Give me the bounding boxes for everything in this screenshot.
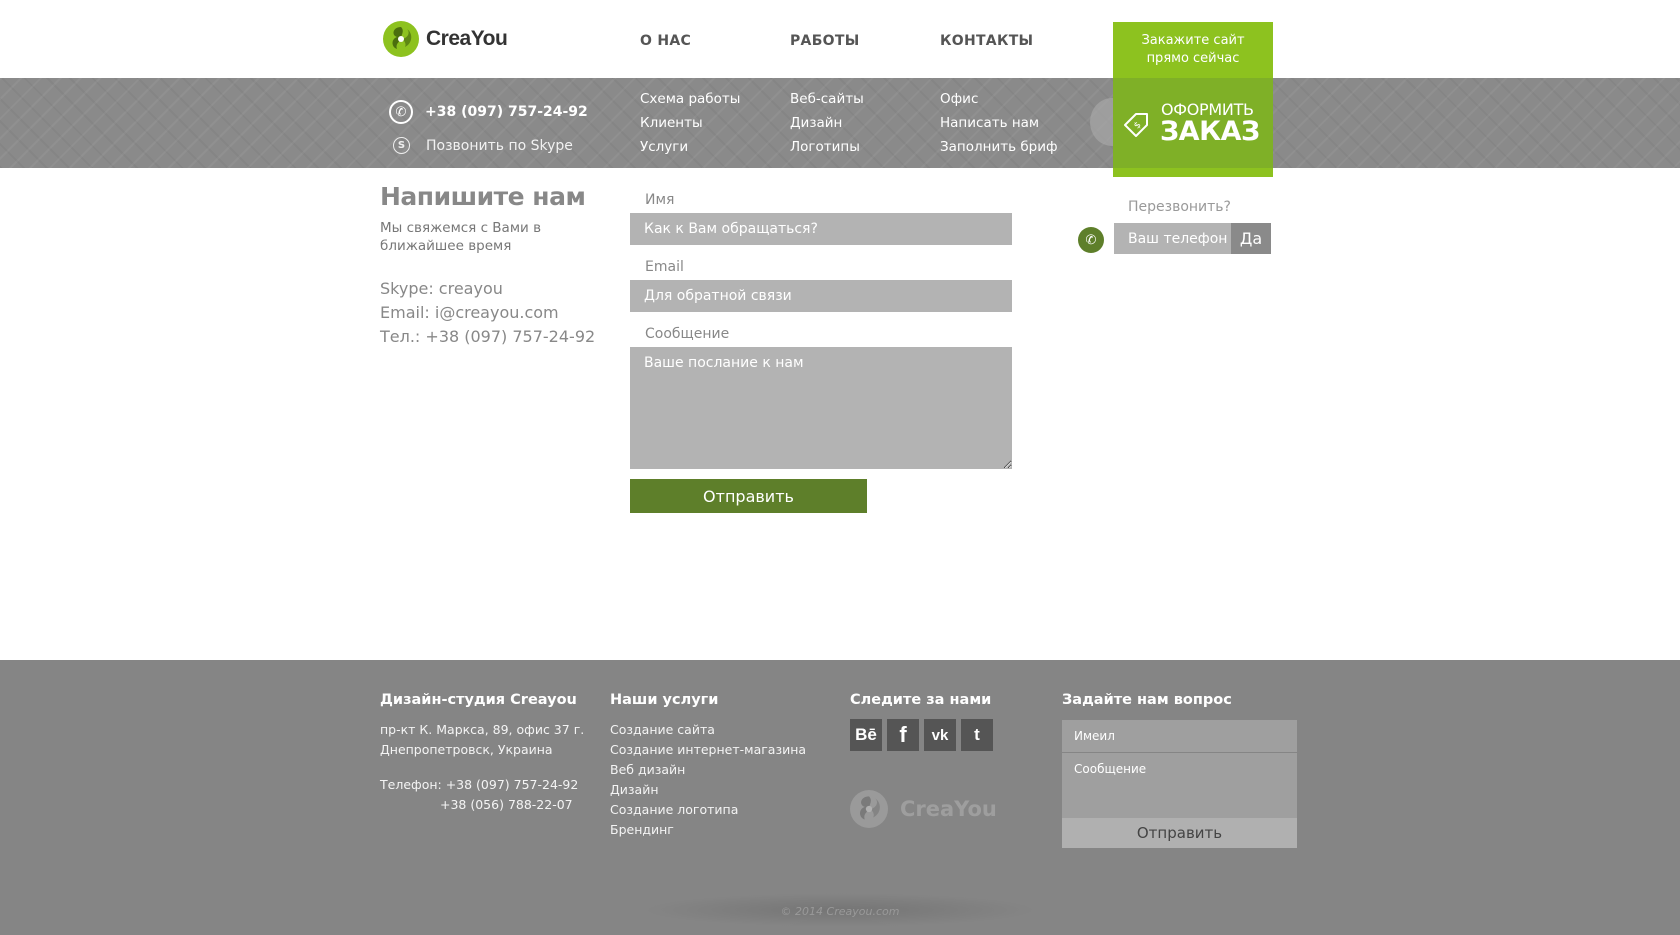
footer-service-link[interactable]: Создание логотипа: [610, 802, 738, 817]
facebook-icon[interactable]: f: [887, 719, 919, 751]
vk-icon[interactable]: vk: [924, 719, 956, 751]
nav-about[interactable]: О НАС: [640, 33, 691, 49]
footer-phone2: +38 (056) 788-22-07: [440, 797, 573, 812]
header-top: CreaYou О НАС РАБОТЫ КОНТАКТЫ: [0, 0, 1680, 78]
skype-icon: S: [393, 137, 410, 154]
footer-follow-title: Следите за нами: [850, 692, 992, 708]
price-tag-icon: $: [1124, 113, 1148, 137]
name-input[interactable]: [630, 213, 1012, 245]
contact-title: Напишите нам: [380, 182, 586, 211]
header-skype[interactable]: S Позвонить по Skype: [393, 137, 573, 154]
contact-email[interactable]: Email: i@creayou.com: [380, 303, 559, 322]
footer-logo-swirl-icon: [850, 790, 888, 828]
footer-question-title: Задайте нам вопрос: [1062, 692, 1232, 708]
order-cta-top-line2: прямо сейчас: [1146, 51, 1240, 66]
order-cta-top: Закажите сайт прямо сейчас: [1113, 22, 1273, 78]
header-skype-label: Позвонить по Skype: [426, 137, 573, 154]
page: CreaYou О НАС РАБОТЫ КОНТАКТЫ ✆ +38 (097…: [0, 0, 1680, 935]
phone-icon: ✆: [389, 100, 413, 124]
contact-skype: Skype: creayou: [380, 279, 503, 298]
footer-phone1: Телефон: +38 (097) 757-24-92: [380, 777, 579, 792]
submit-button[interactable]: Отправить: [630, 479, 867, 513]
order-cta[interactable]: Закажите сайт прямо сейчас $ ОФОРМИТЬ ЗА…: [1113, 22, 1273, 177]
footer-service-link[interactable]: Брендинг: [610, 822, 674, 837]
footer-service-link[interactable]: Веб дизайн: [610, 762, 685, 777]
footer-message-textarea[interactable]: [1062, 753, 1297, 818]
message-label: Сообщение: [645, 326, 730, 342]
subnav-design[interactable]: Дизайн: [790, 115, 842, 131]
behance-icon[interactable]: Bē: [850, 719, 882, 751]
callback-phone-input[interactable]: [1114, 223, 1231, 254]
subnav-brief[interactable]: Заполнить бриф: [940, 139, 1058, 155]
email-label: Email: [645, 259, 684, 275]
footer-studio-title: Дизайн-студия Creayou: [380, 692, 577, 708]
copyright: © 2014 Creayou.com: [780, 905, 900, 918]
subnav-clients[interactable]: Клиенты: [640, 115, 703, 131]
name-label: Имя: [645, 192, 675, 208]
subnav-logos[interactable]: Логотипы: [790, 139, 860, 155]
subnav-office[interactable]: Офис: [940, 91, 978, 107]
contact-subtitle: Мы свяжемся с Вами в ближайшее время: [380, 220, 542, 254]
header-phone-number: +38 (097) 757-24-92: [425, 104, 588, 120]
order-cta-line2: ЗАКАЗ: [1160, 116, 1260, 147]
order-cta-button[interactable]: $ ОФОРМИТЬ ЗАКАЗ: [1113, 78, 1273, 168]
message-textarea[interactable]: [630, 347, 1012, 469]
subnav-scheme[interactable]: Схема работы: [640, 91, 740, 107]
footer-logo[interactable]: CreaYou: [850, 790, 997, 828]
callback-yes-button[interactable]: Да: [1231, 223, 1271, 254]
footer-email-input[interactable]: [1062, 720, 1297, 752]
footer-service-link[interactable]: Создание интернет-магазина: [610, 742, 806, 757]
nav-works[interactable]: РАБОТЫ: [790, 33, 860, 49]
logo-swirl-icon: [383, 21, 419, 57]
callback-label: Перезвонить?: [1128, 199, 1231, 215]
subnav-services[interactable]: Услуги: [640, 139, 688, 155]
header-phone[interactable]: ✆ +38 (097) 757-24-92: [389, 100, 588, 124]
footer-address-line2: Днепропетровск, Украина: [380, 742, 553, 757]
twitter-icon[interactable]: t: [961, 719, 993, 751]
subnav-write-us[interactable]: Написать нам: [940, 115, 1039, 131]
footer-services-title: Наши услуги: [610, 692, 719, 708]
footer-service-link[interactable]: Дизайн: [610, 782, 659, 797]
contact-phone: Тел.: +38 (097) 757-24-92: [380, 327, 596, 346]
logo-text: CreaYou: [426, 27, 508, 50]
email-input[interactable]: [630, 280, 1012, 312]
footer-service-link[interactable]: Создание сайта: [610, 722, 715, 737]
order-cta-top-line1: Закажите сайт: [1141, 33, 1245, 48]
subnav-websites[interactable]: Веб-сайты: [790, 91, 864, 107]
footer-submit-button[interactable]: Отправить: [1062, 818, 1297, 848]
footer-logo-text: CreaYou: [900, 797, 997, 821]
order-cta-strip: [1113, 168, 1273, 177]
nav-contacts[interactable]: КОНТАКТЫ: [940, 33, 1033, 49]
footer-address-line1: пр-кт К. Маркса, 89, офис 37 г.: [380, 722, 585, 737]
callback-phone-icon: ✆: [1078, 227, 1104, 253]
logo[interactable]: CreaYou: [383, 21, 508, 57]
